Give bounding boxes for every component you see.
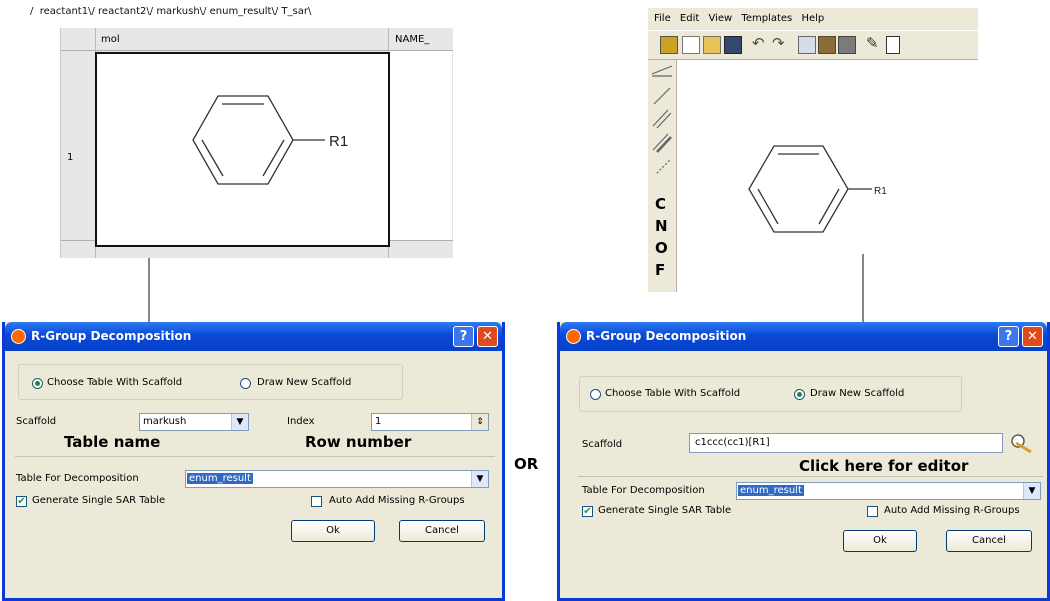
generate-sar-label: Generate Single SAR Table xyxy=(598,505,732,516)
edit-structure-icon[interactable] xyxy=(1008,431,1034,455)
row-number-annotation: Row number xyxy=(305,433,412,451)
decomposition-table-select[interactable]: enum_result ▼ xyxy=(185,470,489,488)
radio-choose-table[interactable] xyxy=(32,378,43,389)
ok-button[interactable]: Ok xyxy=(843,530,917,552)
radio-choose-table[interactable] xyxy=(590,389,601,400)
auto-add-checkbox[interactable] xyxy=(867,506,878,517)
radio-draw-scaffold-label[interactable]: Draw New Scaffold xyxy=(810,388,904,399)
scaffold-table-select[interactable]: markush ▼ xyxy=(139,413,249,431)
radio-draw-scaffold[interactable] xyxy=(240,378,251,389)
radio-choose-table-label[interactable]: Choose Table With Scaffold xyxy=(47,377,182,388)
chevron-down-icon[interactable]: ▼ xyxy=(471,471,488,487)
help-button[interactable]: ? xyxy=(453,326,474,347)
auto-add-label: Auto Add Missing R-Groups xyxy=(329,495,465,506)
rgroup-dialog-left: R-Group Decomposition ? ✕ Choose Table W… xyxy=(2,322,505,601)
close-button[interactable]: ✕ xyxy=(477,326,498,347)
scaffold-smiles-field[interactable]: c1ccc(cc1)[R1] xyxy=(689,433,1003,453)
table-name-annotation: Table name xyxy=(64,433,161,451)
spinner-arrows-icon[interactable]: ⇕ xyxy=(471,414,488,430)
app-icon xyxy=(566,329,581,344)
dialog-title: R-Group Decomposition xyxy=(586,329,747,343)
dialog-titlebar: R-Group Decomposition ? ✕ xyxy=(560,322,1047,351)
decomposition-table-label: Table For Decomposition xyxy=(582,485,705,496)
ok-button[interactable]: Ok xyxy=(291,520,375,542)
cancel-button[interactable]: Cancel xyxy=(946,530,1032,552)
scaffold-label: Scaffold xyxy=(582,439,623,450)
rgroup-dialog-right: R-Group Decomposition ? ✕ Choose Table W… xyxy=(557,322,1050,601)
auto-add-checkbox[interactable] xyxy=(311,496,322,507)
dialog-title: R-Group Decomposition xyxy=(31,329,192,343)
or-label: OR xyxy=(514,455,539,473)
decomposition-table-label: Table For Decomposition xyxy=(16,473,139,484)
index-spinner[interactable]: 1 ⇕ xyxy=(371,413,489,431)
generate-sar-label: Generate Single SAR Table xyxy=(32,495,166,506)
generate-sar-checkbox[interactable]: ✔ xyxy=(582,506,593,517)
radio-draw-scaffold-label[interactable]: Draw New Scaffold xyxy=(257,377,351,388)
chevron-down-icon[interactable]: ▼ xyxy=(231,414,248,430)
radio-draw-scaffold[interactable] xyxy=(794,389,805,400)
dialog-titlebar: R-Group Decomposition ? ✕ xyxy=(5,322,502,351)
decomposition-table-select[interactable]: enum_result ▼ xyxy=(736,482,1041,500)
chevron-down-icon[interactable]: ▼ xyxy=(1023,483,1040,499)
auto-add-label: Auto Add Missing R-Groups xyxy=(884,505,1020,516)
app-icon xyxy=(11,329,26,344)
editor-annotation: Click here for editor xyxy=(799,457,969,475)
scaffold-label: Scaffold xyxy=(16,416,57,427)
generate-sar-checkbox[interactable]: ✔ xyxy=(16,496,27,507)
index-label: Index xyxy=(287,416,315,427)
radio-choose-table-label[interactable]: Choose Table With Scaffold xyxy=(605,388,740,399)
close-button[interactable]: ✕ xyxy=(1022,326,1043,347)
cancel-button[interactable]: Cancel xyxy=(399,520,485,542)
help-button[interactable]: ? xyxy=(998,326,1019,347)
